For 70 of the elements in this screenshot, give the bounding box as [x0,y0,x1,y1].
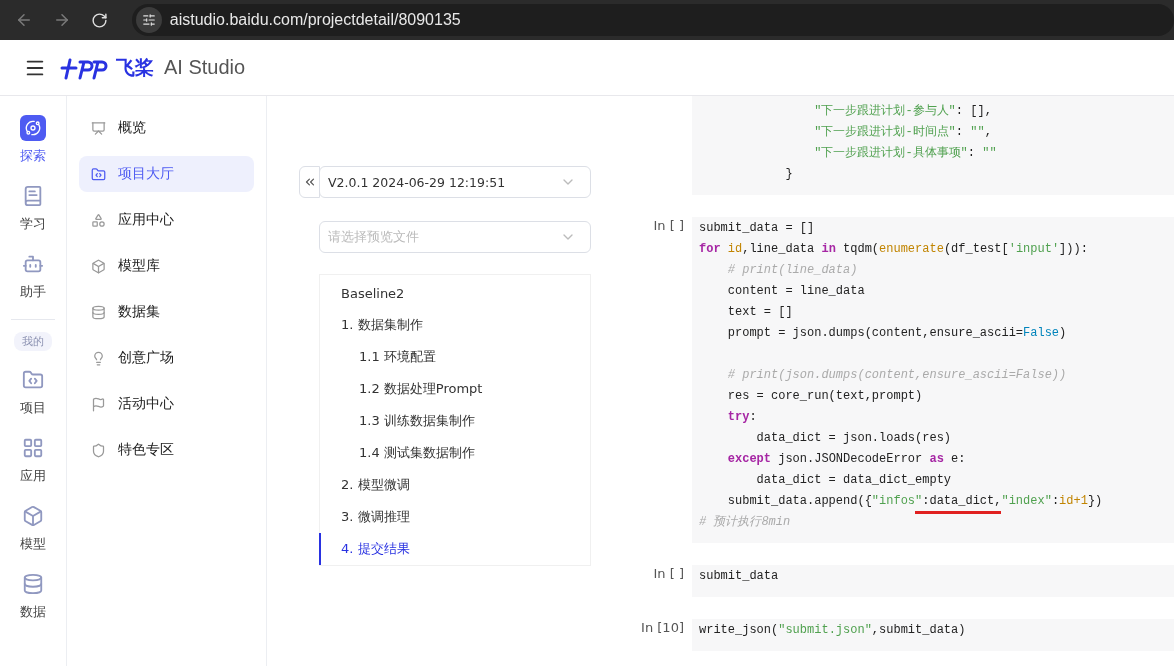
nav-item[interactable]: 活动中心 [79,386,254,422]
code-line: # print(line_data) [726,262,858,279]
rail-item[interactable]: 助手 [20,251,46,319]
nav-item[interactable]: 项目大厅 [79,156,254,192]
shield-icon [91,442,106,458]
code-line: except json.JSONDecodeError as e: [726,451,966,468]
database-icon [91,304,106,320]
code-line: try: [726,409,757,426]
outline-item[interactable]: 1.3 训练数据集制作 [319,405,590,437]
flag-icon [91,396,106,412]
code-line: data_dict = json.loads(res) [755,430,952,447]
sliders-icon [141,13,156,27]
logo-text: 飞桨 [116,54,154,80]
shapes-icon [91,212,106,228]
outline-item[interactable]: 2. 模型微调 [319,469,590,501]
site-settings-button[interactable] [135,7,162,33]
product-name: AI Studio [164,56,246,79]
code-line: submit_data [699,568,779,585]
code-cell[interactable]: submit_data [692,565,1174,597]
outline-item[interactable]: 1.1 环境配置 [319,341,590,373]
nav-item[interactable]: 数据集 [79,294,254,330]
outline-item[interactable]: 3. 微调推理 [319,501,590,533]
url-text: aistudio.baidu.com/projectdetail/8090135 [169,11,461,29]
rail-item[interactable]: 项目 [20,367,46,435]
code-line: } [784,166,793,183]
lightbulb-icon [91,350,106,366]
collapse-button[interactable] [299,166,320,198]
cell-prompt: In [ ] [652,565,685,583]
code-line: for id,line_data in tqdm(enumerate(df_test['input'])): [699,241,1088,258]
outline-item[interactable]: 1. 数据集制作 [319,309,590,341]
code-line: data_dict = data_dict_empty [755,472,952,489]
code-line: write_json("submit.json",submit_data) [699,622,966,639]
reload-icon [91,11,109,29]
code-line: submit_data = [] [699,220,815,237]
nav-item[interactable]: 模型库 [79,248,254,284]
code-line: content = line_data [726,283,865,300]
code-folder-icon [91,166,106,182]
cell-prompt: In [10] [640,619,685,637]
chart-board-icon [91,120,106,136]
outline-item[interactable]: 1.2 数据处理Prompt [319,373,590,405]
code-cell[interactable]: "下一步跟进计划-参与人": [], "下一步跟进计划-时间点": "", "下一步跟进计划-具体事项": "" } [692,96,1174,195]
code-line: text = [] [726,304,793,321]
outline-item[interactable]: 4. 提交结果 [319,533,590,565]
outline-item[interactable]: Baseline2 [319,277,590,309]
cell-prompt: In [ ] [652,217,685,235]
outline-item[interactable]: 1.4 测试集数据制作 [319,437,590,469]
code-line: # print(json.dumps(content,ensure_ascii=False)) [726,367,1067,384]
version-select[interactable]: V2.0.1 2024-06-29 12:19:51 [319,166,591,198]
code-line: "下一步跟进计划-时间点": "", [813,124,992,141]
code-line: # 预计执行8min [699,514,791,531]
rail-item[interactable]: 数据 [20,571,46,639]
code-cell[interactable]: write_json("submit.json",submit_data) [692,619,1174,651]
address-bar[interactable]: aistudio.baidu.com/projectdetail/8090135 [131,4,1174,36]
rail-item[interactable]: 学习 [20,183,46,251]
cube-icon [91,258,106,274]
code-line: prompt = json.dumps(content,ensure_ascii=False) [726,325,1067,342]
code-cell[interactable] [692,217,1174,543]
nav-item[interactable]: 概览 [79,110,254,146]
rail-item[interactable]: 探索 [20,115,46,183]
nav-item[interactable]: 创意广场 [79,340,254,376]
code-line: "下一步跟进计划-参与人": [], [813,103,992,120]
code-line: "下一步跟进计划-具体事项": "" [813,145,997,162]
section-badge: 我的 [14,332,52,351]
code-line: res = core_run(text,prompt) [726,388,923,405]
nav-item[interactable]: 特色专区 [79,432,254,468]
rail-item[interactable]: 模型 [20,503,46,571]
rail-item[interactable]: 应用 [20,435,46,503]
code-line: submit_data.append({"infos":data_dict,"index":id+1}) [726,493,1103,510]
nav-item[interactable]: 应用中心 [79,202,254,238]
planet-icon [20,115,46,141]
